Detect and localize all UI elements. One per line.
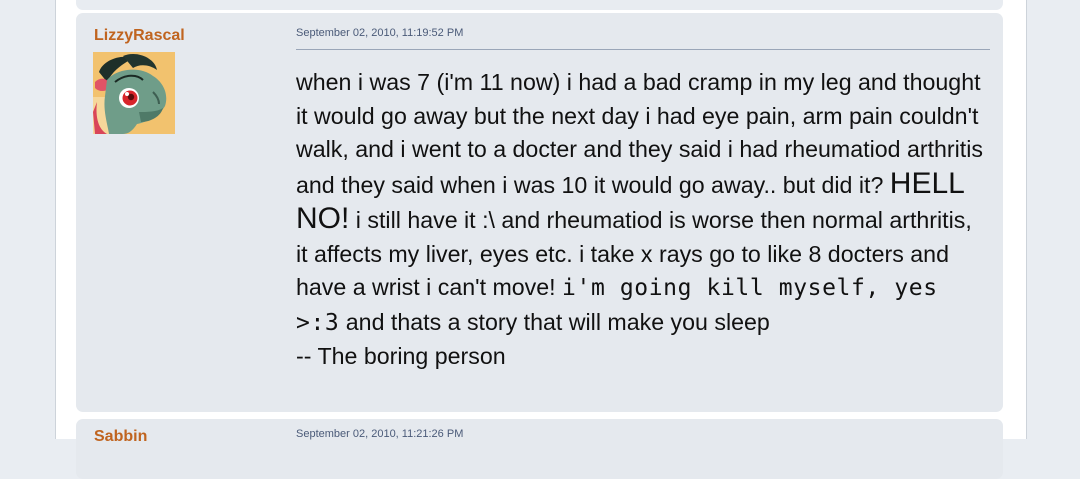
post-text: when i was 7 (i'm 11 now) i had a bad cr… — [296, 69, 983, 198]
pony-avatar-image — [93, 52, 175, 134]
post-timestamp: September 02, 2010, 11:19:52 PM — [296, 27, 464, 39]
post-divider — [296, 49, 990, 50]
next-post-author-link[interactable]: Sabbin — [94, 428, 147, 446]
post-author-link[interactable]: LizzyRascal — [94, 27, 185, 45]
forum-post: LizzyRascal September 02, 2010, 11:19:52… — [76, 13, 1003, 412]
next-post-timestamp: September 02, 2010, 11:21:26 PM — [296, 428, 464, 440]
user-avatar[interactable] — [93, 52, 175, 134]
post-text: and thats a story that will make you sle… — [339, 308, 770, 335]
previous-post — [76, 0, 1003, 10]
next-forum-post: Sabbin September 02, 2010, 11:21:26 PM — [76, 419, 1003, 479]
post-body: when i was 7 (i'm 11 now) i had a bad cr… — [296, 66, 986, 374]
post-signature: -- The boring person — [296, 343, 506, 369]
